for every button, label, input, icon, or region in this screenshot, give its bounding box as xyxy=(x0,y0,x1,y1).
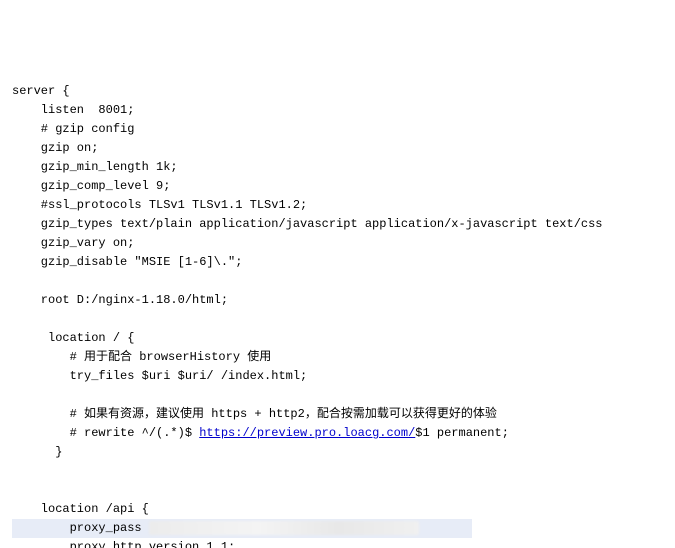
code-line: gzip_disable "MSIE [1-6]\."; xyxy=(12,255,242,269)
code-line: # 如果有资源，建议使用 https + http2，配合按需加载可以获得更好的… xyxy=(12,407,497,421)
code-line: location / { xyxy=(12,331,134,345)
code-line: # 用于配合 browserHistory 使用 xyxy=(12,350,271,364)
code-line: # gzip config xyxy=(12,122,134,136)
nginx-config-code-block: server { listen 8001; # gzip config gzip… xyxy=(0,76,675,548)
code-line: #ssl_protocols TLSv1 TLSv1.1 TLSv1.2; xyxy=(12,198,307,212)
code-text: proxy_pass xyxy=(12,521,149,535)
code-line: gzip_comp_level 9; xyxy=(12,179,170,193)
code-line: root D:/nginx-1.18.0/html; xyxy=(12,293,228,307)
highlighted-line: proxy_pass xyxy=(12,519,472,538)
code-line: # rewrite ^/(.*)$ https://preview.pro.lo… xyxy=(12,426,509,440)
redacted-proxy-pass-value xyxy=(149,521,419,535)
code-text: # rewrite ^/(.*)$ xyxy=(12,426,199,440)
code-line: server { xyxy=(12,84,70,98)
code-line: location /api { xyxy=(12,502,149,516)
code-line: listen 8001; xyxy=(12,103,134,117)
url-link[interactable]: https://preview.pro.loacg.com/ xyxy=(199,426,415,440)
code-line: proxy_http_version 1.1; xyxy=(12,540,235,548)
code-text: $1 permanent; xyxy=(415,426,509,440)
code-line: } xyxy=(12,445,62,459)
code-line: try_files $uri $uri/ /index.html; xyxy=(12,369,307,383)
code-line: gzip_vary on; xyxy=(12,236,134,250)
code-line: gzip_types text/plain application/javasc… xyxy=(12,217,603,231)
code-line: gzip_min_length 1k; xyxy=(12,160,178,174)
code-line: gzip on; xyxy=(12,141,98,155)
